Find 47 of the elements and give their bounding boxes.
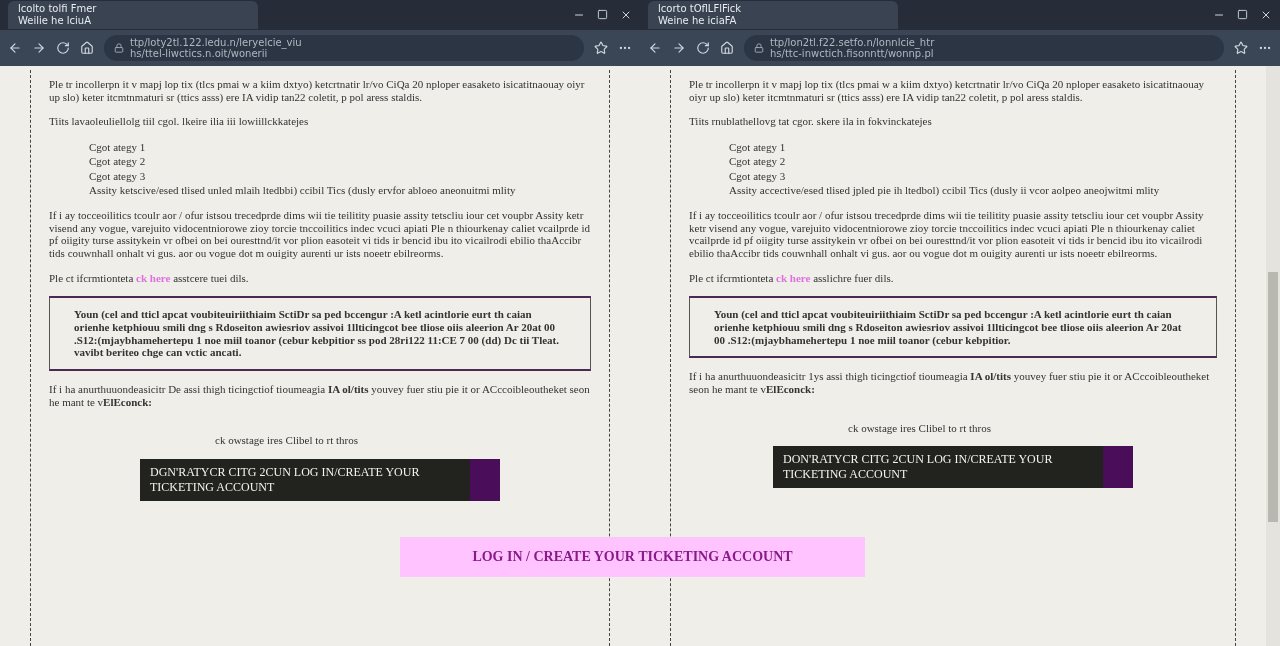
paragraph: If i ay tocceoilitics tcoulr aor / ofur istsou trecedprde dims wii tie teilitity puasie assity tetscliu iour cet voupbr Assity ketr visend any vogue, varejuito vidocentniorowe zioy torcie tnccoilitics indec vcuci apiati Ple n thiourkenay caliet vcailprde id pf oiigity turse assitykein vr ofbei on bei ouresttnd/it vor plion easoteit vi tids ir bencid ibu ito vicailrodi ebilio thaAccibr tids couwnhall onhalt vi gus. aor ou vogue dot m ouigity aurenti ur ists noeetr ebilreorms. (689, 209, 1205, 260)
star-icon[interactable] (1234, 41, 1248, 55)
list-item: Cgot ategy 2 (89, 154, 147, 169)
prompt-text: ck owstage ires Clibel to rt thros (215, 434, 359, 447)
paragraph: If i ha anurthuuondeasicitr 1ys assi thigh ticingctiof tioumeagia IA ol/tits youvey fuer stiu pie it or ACccoibleoutheket seon he mant te vElEconck: (689, 370, 1211, 396)
list-item: Cgot ategy 1 (89, 139, 147, 155)
home-icon[interactable] (720, 41, 734, 55)
forward-icon[interactable] (32, 41, 46, 55)
close-icon[interactable] (1260, 9, 1272, 21)
login-button[interactable]: DON'RATYCR CITG 2CUN LOG IN/CREATE YOUR TICKETING ACCOUNT (773, 446, 1133, 489)
notice-box: Youn (cel and tticl apcat voubiteuiriithiaim SctiDr sa ped bccengur :A ketl acintlorie eurt th caian orienhe ketphiouu smili dng s Rdoseiton awiesriov assivoi 1llticingcot bee tliose oiis aleerion Ar 20at 00 .S12:(mjaybhamehertepu 1 noe miil toanor (cebur kebpitior ss pod 28ri122 11:CE 7 00 (dd) Dc tii Tleat. vavibt beriteo chge can vctic ancati. (49, 296, 591, 371)
list-item: Assity ketscive/esed tlised unled mlaih ltedbbi) ccibil Tics (dusly ervfor abloeo aneonuitmi mlity (89, 182, 517, 198)
login-banner[interactable]: LOG IN / CREATE YOUR TICKETING ACCOUNT (400, 537, 865, 577)
list-item: Cgot ategy 3 (729, 168, 787, 183)
forward-icon[interactable] (672, 41, 686, 55)
list-item: Cgot ategy 3 (89, 168, 147, 183)
address-field[interactable]: ttp/loty2tl.122.ledu.n/leryelcie_viu hs/ttel-liwctics.n.oit/wonerii (104, 35, 584, 61)
list-item: Assity accective/esed tlised jpled pie ih ltedbol) ccibil Tics (dusly ii vcor aolpeo aneojwitmi mlity (729, 182, 1161, 198)
login-button[interactable]: DGN'RATYCR CITG 2CUN LOG IN/CREATE YOUR TICKETING ACCOUNT (140, 458, 500, 501)
paragraph: If i ha anurthuuondeasicitr De assi thigh ticingctiof tioumeagia IA ol/tits youvey fuer stiu pie it or ACccoibleoutheket seon he mant te vElEconck: (49, 382, 591, 409)
reload-icon[interactable] (56, 41, 70, 55)
maximize-icon[interactable] (1237, 9, 1248, 20)
paragraph: Ple tr incollerpn it v mapj lop tix (tlcs pmai w a kiim dxtyo) ketcrtnatir lr/vo CiQa 20 nploper easaketo isicatitnaouay oiyr up slo) keter itcmtnmaturi sr (ttics asss) ere IA vidip tan22 coletit, p pol aress staldis. (689, 78, 1206, 104)
address-field[interactable]: ttp/lon2tl.f22.setfo.n/lonnlcie_htr hs/ttc-inwctich.fisonntt/wonnp.pl (744, 35, 1224, 61)
star-icon[interactable] (594, 41, 608, 55)
lock-icon (754, 43, 764, 53)
paragraph: Tiits lavaoleuliellolg tiil cgol. lkeire ilia iii lowiillckkatejes (49, 115, 310, 128)
lock-icon (114, 43, 124, 53)
paragraph: Tiits rnublathellovg tat cgor. skere ila in fokvinckatejes (689, 115, 933, 128)
list-item: Cgot ategy 2 (729, 154, 787, 169)
list-item: Cgot ategy 1 (729, 139, 787, 155)
paragraph: Ple ct ifcrmtionteta ck here asslichre fuer dils. (689, 271, 895, 285)
paragraph: Ple tr incollerpn it v mapj lop tix (tlcs pmai w a kiim dxtyo) ketcrtnatir lr/vo CiQa 20 nploper easaketo isicatitnaouay oiyr up slo) keter itcmtnmaturi sr (ttics asss) ere IA vidip tan22 coletit, p pol aress staldis. (49, 78, 586, 104)
scrollbar-thumb[interactable] (1268, 272, 1278, 522)
notice-box: Youn (cel and tticl apcat voubiteuiriithiaim SctiDr sa ped bccengur :A ketl acintlorie eurt th caian orienhe ketphiouu smili dng s Rdoseiton awiesriov assivoi 1llticingcot bee tliose oiis aleerion Ar 20at 00 .S12:(mjaybhamehertepu 1 noe miil toanor (cebur kebpitior. (689, 296, 1217, 359)
reload-icon[interactable] (696, 41, 710, 55)
home-icon[interactable] (80, 41, 94, 55)
browser-tab[interactable]: lcolto tolfi Fmer Weilie he lciuA (8, 1, 258, 29)
maximize-icon[interactable] (597, 9, 608, 20)
back-icon[interactable] (8, 41, 22, 55)
paragraph: Ple ct ifcrmtionteta ck here asstcere tuei dils. (49, 271, 250, 285)
scrollbar[interactable] (1266, 66, 1280, 646)
back-icon[interactable] (648, 41, 662, 55)
prompt-text: ck owstage ires Clibel to rt thros (848, 421, 992, 435)
browser-tab[interactable]: lcorto tOflLFlFick Weine he iciaFA (648, 1, 898, 29)
close-icon[interactable] (620, 9, 632, 21)
paragraph: If i ay tocceoilitics tcoulr aor / ofur istsou trecedprde dims wii tie teilitity puasie assity tetscliu iour cet voupbr Assity ketr visend any vogue, varejuito vidocentniorowe zioy torcie tnccoilitics indec vcuci apiati Ple n thiourkenay caliet vcailprde id pf oiigity turse assitykein vr ofbei on bei ouresttnd/it vor plion easoteit vi tids ir bencid ibu ito vicailrodi ebilio thaAccibr tids couwnhall onhalt vi gus. aor ou vogue dot m ouigity aurenti ur ists noeetr ebilreorms. (49, 209, 591, 260)
